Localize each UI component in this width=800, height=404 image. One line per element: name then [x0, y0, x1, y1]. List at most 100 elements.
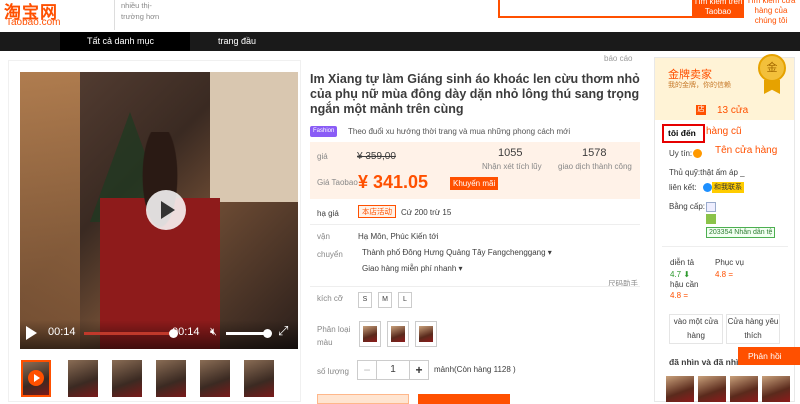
- viewed-item-thumb[interactable]: [666, 376, 694, 402]
- chat-icon[interactable]: [703, 183, 712, 192]
- shipping-label: vận: [317, 232, 330, 241]
- video-scene-lamp: [20, 72, 80, 349]
- shipping-label-2: chuyển: [317, 250, 343, 259]
- size-assistant-link[interactable]: 尺码助手: [608, 278, 638, 289]
- caret-down-icon: ▾: [458, 264, 463, 273]
- search-input[interactable]: [498, 0, 694, 18]
- enter-store-button[interactable]: vào một cửa hàng: [669, 314, 723, 344]
- contact-me-button[interactable]: 和我联系: [712, 182, 744, 193]
- video-progress-bar[interactable]: [84, 329, 178, 338]
- store-name-link[interactable]: Tên cửa hàng: [715, 145, 777, 156]
- size-option-s[interactable]: S: [358, 292, 372, 308]
- color-label-2: màu: [317, 338, 333, 347]
- stock-text: mảnh(Còn hàng 1128 ): [434, 365, 516, 374]
- caret-down-icon: ▾: [547, 248, 552, 257]
- quantity-input[interactable]: 1: [376, 360, 410, 380]
- taobao-price: ¥ 341.05: [358, 172, 429, 192]
- mute-icon[interactable]: 🔇︎: [210, 326, 217, 339]
- favorite-store-button[interactable]: Cửa hàng yêu thích: [726, 314, 780, 344]
- ship-destination-text: Thành phố Đông Hưng Quảng Tây Fangchengg…: [362, 248, 546, 257]
- color-option-image: [391, 326, 405, 342]
- viewed-item-thumb[interactable]: [762, 376, 790, 402]
- credit-badge-icon: [693, 149, 702, 158]
- sale-label: giao dịch thành công: [558, 162, 632, 171]
- deposit-badge: 203354 Nhân dân tệ: [706, 227, 776, 238]
- gold-seller-subtitle: 我的金牌，你的信赖: [668, 82, 731, 89]
- product-title: Im Xiang tự làm Giáng sinh áo khoác len …: [310, 72, 640, 116]
- gallery-thumb[interactable]: [68, 360, 98, 397]
- top-header: 淘宝网 Taobao.com nhiều thị- trường hơn Tìm…: [0, 0, 800, 41]
- gold-medal-icon: 金: [758, 54, 786, 82]
- category-nav: Tất cả danh mục trang đầu: [0, 32, 800, 51]
- logo-text-en: Taobao.com: [6, 17, 61, 28]
- score-logistics-value: 4.8 =: [670, 291, 689, 300]
- price-label: giá: [317, 152, 328, 161]
- shipping-method-select[interactable]: Giao hàng miễn phí nhanh ▾: [362, 264, 463, 273]
- buy-now-button[interactable]: [317, 394, 409, 404]
- divider: [662, 246, 788, 247]
- gallery-thumb[interactable]: [244, 360, 274, 397]
- fullscreen-icon[interactable]: ⤢: [278, 323, 288, 339]
- fashion-tag: Fashion: [310, 126, 338, 137]
- ship-from: Hạ Môn, Phúc Kiến tới: [358, 232, 439, 241]
- credit-label: Uy tín:: [669, 149, 693, 158]
- discount-text: Cứ 200 trừ 15: [401, 208, 452, 217]
- score-service-label: Phục vụ: [715, 258, 744, 267]
- original-price: ¥ 359,00: [357, 151, 396, 162]
- quantity-label: số lượng: [317, 367, 349, 376]
- verified-icon: [706, 214, 716, 224]
- store-icon: 店: [696, 105, 706, 115]
- quantity-decrease-button[interactable]: −: [357, 360, 377, 380]
- size-label: kích cỡ: [317, 294, 344, 303]
- quantity-increase-button[interactable]: +: [409, 360, 429, 380]
- certificate-icon: [706, 202, 716, 212]
- color-option-image: [363, 326, 377, 342]
- gallery-thumb[interactable]: [112, 360, 142, 397]
- video-play-icon[interactable]: [146, 190, 186, 230]
- sale-count: 1578: [582, 147, 607, 159]
- color-option-image: [419, 326, 433, 342]
- viewed-item-thumb[interactable]: [730, 376, 758, 402]
- feedback-button[interactable]: Phản hồi: [738, 347, 800, 365]
- nav-all-categories[interactable]: Tất cả danh mục: [60, 32, 190, 51]
- store-activity-badge: 本店活动: [358, 205, 396, 218]
- gallery-thumb[interactable]: [200, 360, 230, 397]
- score-service-value: 4.8 =: [715, 270, 734, 279]
- size-option-l[interactable]: L: [398, 292, 412, 308]
- divider: [310, 286, 640, 287]
- volume-slider[interactable]: [226, 329, 272, 338]
- video-total-time: 00:14: [172, 326, 200, 338]
- score-description-label: diễn tả: [670, 258, 695, 267]
- review-label: Nhận xét tích lũy: [482, 162, 542, 171]
- thumb-play-icon: [28, 370, 44, 386]
- video-current-time: 00:14: [48, 326, 76, 338]
- viewed-item-thumb[interactable]: [698, 376, 726, 402]
- divider: [310, 224, 640, 225]
- play-icon[interactable]: [26, 326, 37, 340]
- promo-badge: Khuyến mãi: [450, 177, 499, 190]
- viewed-section-title: đã nhìn và đã nhìn: [669, 357, 744, 367]
- color-option[interactable]: [387, 321, 409, 347]
- color-label: Phân loại: [317, 325, 351, 334]
- video-scene-model: [100, 132, 220, 349]
- add-to-cart-button[interactable]: [418, 394, 510, 404]
- search-taobao-button[interactable]: Tìm kiếm trên Taobao: [692, 0, 744, 18]
- gallery-thumb[interactable]: [156, 360, 186, 397]
- report-link[interactable]: báo cáo: [604, 54, 632, 63]
- certificate-label: Bằng cấp:: [669, 202, 706, 211]
- ship-destination-select[interactable]: Thành phố Đông Hưng Quảng Tây Fangchengg…: [362, 248, 552, 257]
- contact-label: liên kết:: [669, 183, 697, 192]
- taobao-logo[interactable]: 淘宝网 Taobao.com: [2, 0, 80, 32]
- score-logistics-label: hậu cần: [670, 280, 699, 289]
- taobao-price-label: Giá Taobao: [317, 178, 358, 187]
- score-description-value: 4.7 ⬇: [670, 270, 691, 279]
- color-option[interactable]: [415, 321, 437, 347]
- review-count[interactable]: 1055: [498, 147, 522, 159]
- video-scene-window: [210, 72, 298, 202]
- seller-name: Thủ quỹ:thật ấm áp _: [669, 168, 745, 177]
- shipping-method-text: Giao hàng miễn phí nhanh: [362, 264, 457, 273]
- color-option[interactable]: [359, 321, 381, 347]
- old-store-text: hàng cũ: [706, 126, 742, 137]
- size-option-m[interactable]: M: [378, 292, 392, 308]
- nav-home[interactable]: trang đầu: [218, 32, 256, 51]
